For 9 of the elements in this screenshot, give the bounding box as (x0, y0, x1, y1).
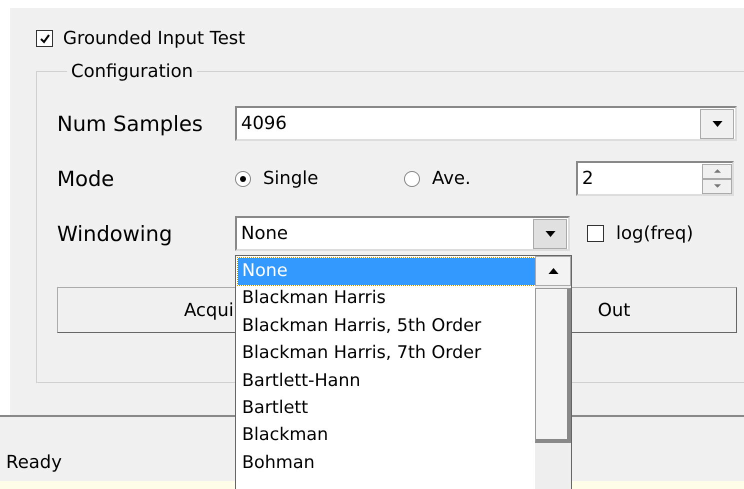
checkbox-label: Grounded Input Test (63, 28, 246, 49)
group-title: Configuration (70, 61, 194, 82)
field-label: Num Samples (57, 112, 204, 136)
checkbox-label: log(freq) (616, 223, 694, 244)
radio-label: Ave. (432, 168, 471, 189)
field-label: Mode (57, 166, 116, 190)
radio-label: Single (263, 168, 318, 189)
status-text: Ready (6, 452, 62, 473)
field-label: Windowing (57, 222, 174, 246)
